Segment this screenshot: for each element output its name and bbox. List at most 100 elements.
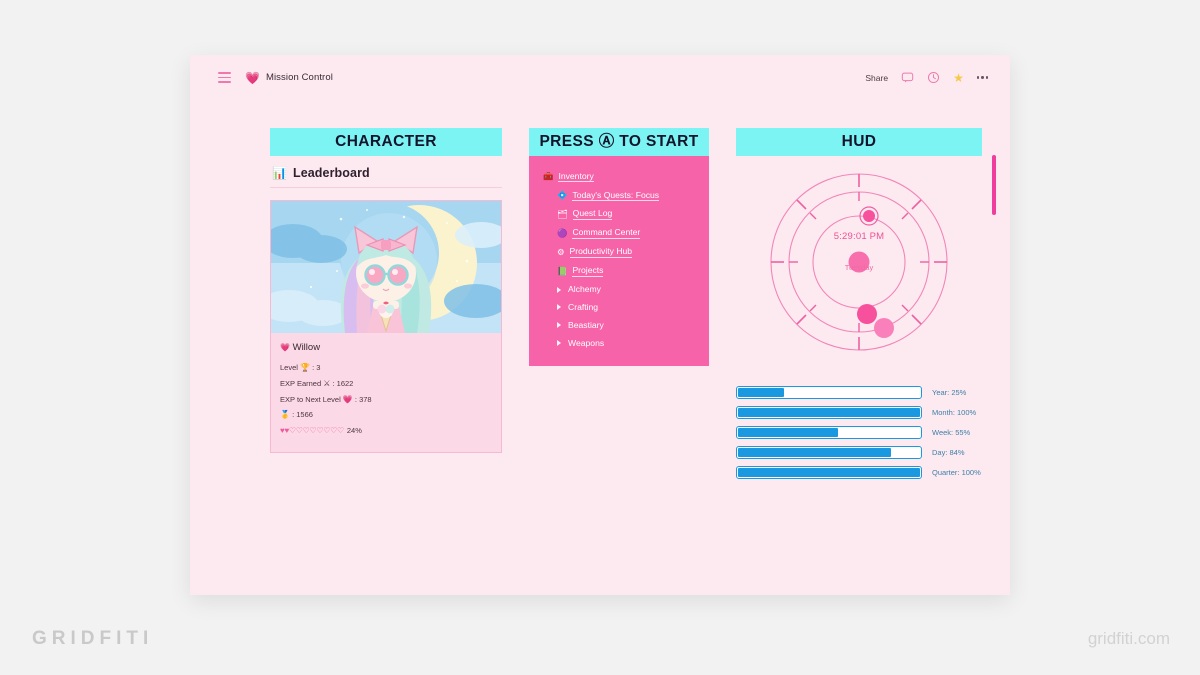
gridfiti-url: gridfiti.com (1087, 629, 1170, 648)
hearts-bar: ♥♥♡♡♡♡♡♡♡♡ (280, 426, 344, 436)
stat-coins: 🥇 : 1566 (280, 409, 492, 421)
top-bar-actions: Share ★ (865, 71, 988, 84)
progress-fill (738, 388, 784, 397)
nav-toggle-alchemy[interactable]: Alchemy (529, 281, 709, 299)
clock-history-icon[interactable] (927, 71, 940, 84)
progress-fill (738, 448, 891, 457)
progress-track (736, 466, 922, 480)
nav-item-label: Today's Quests: Focus (572, 189, 660, 202)
hud-column: HUD 5:29:01 PM Tuesday Year: 25% Month: … (736, 128, 982, 486)
nav-item-productivity-hub[interactable]: ⚙ Productivity Hub (529, 243, 709, 262)
progress-bars: Year: 25% Month: 100% Week: 55% Day: 84%… (736, 386, 982, 480)
chevron-right-icon[interactable] (557, 340, 561, 347)
stat-level: Level 🏆 : 3 (280, 362, 492, 374)
medal-icon: 🥇 (280, 410, 290, 420)
heart-icon: 💗 (245, 70, 260, 85)
leaderboard-label: Leaderboard (292, 166, 370, 181)
progress-fill (738, 408, 920, 417)
book-icon: 📗 (557, 265, 568, 276)
nav-item-label: Beastiary (568, 320, 604, 331)
progress-track (736, 426, 922, 440)
press-start-column: PRESS Ⓐ TO START 🧰 Inventory 💠 Today's Q… (529, 128, 709, 486)
nav-item-label: Command Center (572, 227, 641, 240)
heart-icon: 💗 (280, 343, 290, 353)
character-name: Willow (292, 342, 321, 354)
nav-item-label: Projects (572, 265, 604, 277)
progress-track (736, 446, 922, 460)
trophy-icon: 🏆 (300, 362, 310, 372)
chevron-right-icon[interactable] (557, 286, 561, 293)
stat-value: : 1566 (292, 410, 313, 420)
nav-item-label: Inventory (558, 170, 594, 183)
nav-item-projects[interactable]: 📗 Projects (529, 262, 709, 281)
notion-window: 💗 Mission Control Share ★ CHARACTER 📊 Le… (190, 55, 1010, 595)
nav-item-inventory[interactable]: 🧰 Inventory (529, 167, 709, 186)
character-banner: CHARACTER (270, 128, 502, 157)
breadcrumb[interactable]: Mission Control (266, 72, 333, 83)
character-name-row: 💗 Willow (280, 341, 492, 355)
nav-item-label: Alchemy (568, 284, 601, 295)
orbital-clock: 5:29:01 PM Tuesday (764, 167, 954, 357)
stat-label: EXP Earned (280, 378, 322, 388)
character-column: CHARACTER 📊 Leaderboard 💗 Willow Level 🏆… (270, 128, 502, 486)
progress-label: Quarter: 100% (932, 468, 981, 478)
purple-circle-icon: 🟣 (557, 228, 568, 239)
progress-track (736, 406, 922, 420)
nav-item-label: Weapons (568, 337, 605, 348)
press-start-banner: PRESS Ⓐ TO START (529, 128, 709, 157)
hamburger-menu-icon[interactable] (218, 72, 231, 83)
progress-row-week: Week: 55% (736, 426, 982, 440)
nav-item-quest-log[interactable]: 🗂 Quest Log (529, 205, 709, 224)
more-options-icon[interactable] (976, 76, 988, 79)
toolbox-icon: 🧰 (543, 171, 554, 182)
progress-fill (738, 428, 839, 437)
progress-row-day: Day: 84% (736, 446, 982, 460)
nav-item-label: Productivity Hub (569, 246, 633, 259)
progress-label: Month: 100% (932, 408, 977, 418)
progress-row-year: Year: 25% (736, 386, 982, 400)
exp-progress-hearts: ♥♥♡♡♡♡♡♡♡♡ 24% (280, 425, 492, 437)
navigation-panel: 🧰 Inventory 💠 Today's Quests: Focus 🗂 Qu… (529, 156, 709, 367)
orbital-clock-widget: 5:29:01 PM Tuesday (736, 156, 982, 368)
character-stats: 💗 Willow Level 🏆 : 3 EXP Earned ⚔ : 1622 (271, 333, 501, 452)
share-button[interactable]: Share (865, 73, 888, 83)
stat-exp-to-next-level: EXP to Next Level 💗 : 378 (280, 394, 492, 406)
progress-label: Day: 84% (932, 448, 965, 458)
nav-toggle-crafting[interactable]: Crafting (529, 299, 709, 317)
progress-row-month: Month: 100% (736, 406, 982, 420)
stat-exp-earned: EXP Earned ⚔ : 1622 (280, 378, 492, 390)
diamond-icon: 💠 (557, 190, 568, 201)
nav-item-todays-quests[interactable]: 💠 Today's Quests: Focus (529, 186, 709, 205)
progress-track (736, 386, 922, 400)
card-index-icon: 🗂 (557, 209, 568, 220)
progress-fill (738, 468, 920, 477)
stat-value: : 1622 (332, 378, 354, 388)
leaderboard-heading: 📊 Leaderboard (270, 156, 502, 189)
character-card: 💗 Willow Level 🏆 : 3 EXP Earned ⚔ : 1622 (270, 200, 502, 454)
sword-icon: ⚔ (323, 378, 331, 388)
stat-label: Level (280, 362, 298, 372)
page-columns: CHARACTER 📊 Leaderboard 💗 Willow Level 🏆… (190, 100, 1010, 486)
character-avatar-image (271, 201, 501, 334)
clock-rings (770, 173, 948, 351)
nav-item-label: Crafting (568, 302, 599, 313)
page-scrollbar[interactable] (992, 155, 996, 215)
progress-percent: 24% (346, 426, 362, 436)
stat-value: : 378 (354, 394, 372, 404)
nav-toggle-weapons[interactable]: Weapons (529, 334, 709, 352)
progress-label: Year: 25% (932, 388, 967, 398)
top-bar: 💗 Mission Control Share ★ (190, 55, 1010, 100)
star-icon[interactable]: ★ (953, 72, 964, 84)
nav-item-command-center[interactable]: 🟣 Command Center (529, 224, 709, 243)
gridfiti-wordmark: GRIDFITI (32, 628, 154, 649)
progress-row-quarter: Quarter: 100% (736, 466, 982, 480)
stat-value: : 3 (312, 362, 321, 372)
heart-icon: 💗 (342, 394, 353, 404)
chevron-right-icon[interactable] (557, 304, 561, 311)
chevron-right-icon[interactable] (557, 322, 561, 329)
chart-people-icon: 📊 (272, 166, 287, 181)
nav-toggle-beastiary[interactable]: Beastiary (529, 316, 709, 334)
clock-day: Tuesday (844, 263, 874, 273)
hud-banner: HUD (736, 128, 982, 157)
comment-icon[interactable] (901, 71, 914, 84)
